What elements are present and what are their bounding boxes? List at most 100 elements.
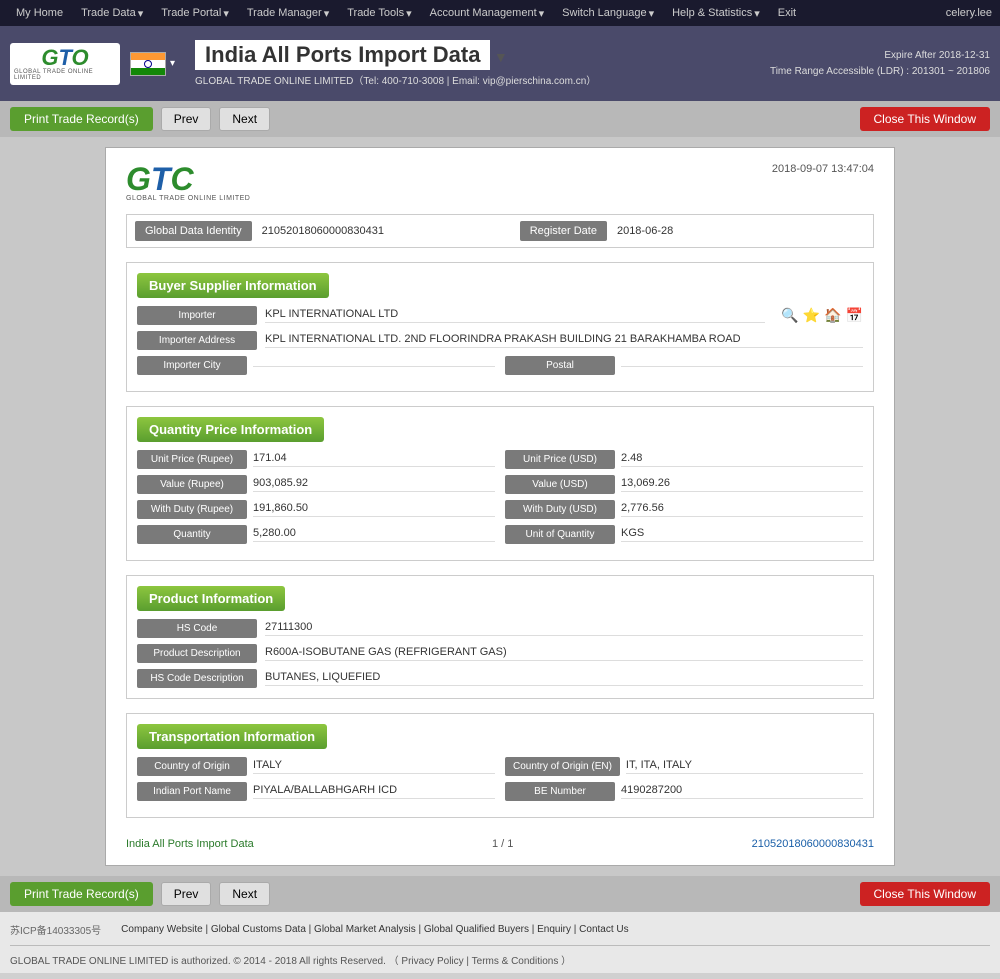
importer-address-row: Importer Address KPL INTERNATIONAL LTD. … <box>137 331 863 350</box>
nav-help-stats[interactable]: Help & Statistics ▾ <box>664 3 768 24</box>
flag-stripe-bot <box>131 68 165 75</box>
prev-button-top[interactable]: Prev <box>161 107 212 131</box>
register-date-label: Register Date <box>520 221 607 241</box>
unit-of-quantity-col: Unit of Quantity KGS <box>505 525 863 544</box>
home-icon[interactable]: 🏠 <box>824 307 841 324</box>
hs-code-row: HS Code 27111300 <box>137 619 863 638</box>
unit-price-usd-value: 2.48 <box>621 452 863 467</box>
product-desc-label: Product Description <box>137 644 257 663</box>
header-right: Expire After 2018-12-31 Time Range Acces… <box>770 48 990 80</box>
record-header: GTC GLOBAL TRADE ONLINE LIMITED 2018-09-… <box>126 163 874 202</box>
record-card: GTC GLOBAL TRADE ONLINE LIMITED 2018-09-… <box>105 147 895 866</box>
logo-subtitle: GLOBAL TRADE ONLINE LIMITED <box>14 69 116 81</box>
site-footer: 苏ICP备14033305号 Company Website | Global … <box>0 912 1000 973</box>
close-window-button-bottom[interactable]: Close This Window <box>860 882 990 906</box>
hs-code-desc-label: HS Code Description <box>137 669 257 688</box>
importer-label: Importer <box>137 306 257 325</box>
footer-links: Company Website | Global Customs Data | … <box>121 924 628 935</box>
quantity-price-section: Quantity Price Information Unit Price (R… <box>126 406 874 561</box>
port-be-row: Indian Port Name PIYALA/BALLABHGARH ICD … <box>137 782 863 801</box>
importer-city-value <box>253 364 495 367</box>
with-duty-usd-label: With Duty (USD) <box>505 500 615 519</box>
expire-text: Expire After 2018-12-31 <box>770 48 990 64</box>
importer-address-value: KPL INTERNATIONAL LTD. 2ND FLOORINDRA PR… <box>265 333 863 348</box>
value-row: Value (Rupee) 903,085.92 Value (USD) 13,… <box>137 475 863 494</box>
record-logo-gto-icon: GTC <box>126 163 194 195</box>
unit-price-usd-label: Unit Price (USD) <box>505 450 615 469</box>
top-action-bar: Print Trade Record(s) Prev Next Close Th… <box>0 101 1000 137</box>
record-logo: GTC GLOBAL TRADE ONLINE LIMITED <box>126 163 250 202</box>
record-timestamp: 2018-09-07 13:47:04 <box>772 163 874 175</box>
unit-price-rupee-value: 171.04 <box>253 452 495 467</box>
nav-trade-data[interactable]: Trade Data ▾ <box>73 3 151 24</box>
nav-trade-tools[interactable]: Trade Tools ▾ <box>339 3 419 24</box>
page-title-area: India All Ports Import Data ▼ GLOBAL TRA… <box>185 40 760 87</box>
user-name: celery.lee <box>946 7 992 19</box>
print-button-top[interactable]: Print Trade Record(s) <box>10 107 153 131</box>
page-title-container: India All Ports Import Data ▼ <box>195 40 760 70</box>
bottom-action-bar: Print Trade Record(s) Prev Next Close Th… <box>0 876 1000 912</box>
flag-stripe-mid <box>131 60 165 68</box>
chevron-down-icon: ▾ <box>223 7 229 20</box>
unit-of-quantity-label: Unit of Quantity <box>505 525 615 544</box>
unit-price-rupee-label: Unit Price (Rupee) <box>137 450 247 469</box>
hs-code-desc-value: BUTANES, LIQUEFIED <box>265 671 863 686</box>
page-contact: GLOBAL TRADE ONLINE LIMITED（Tel: 400-710… <box>195 72 760 87</box>
nav-my-home[interactable]: My Home <box>8 3 71 24</box>
with-duty-rupee-value: 191,860.50 <box>253 502 495 517</box>
country-origin-value: ITALY <box>253 759 495 774</box>
product-section: Product Information HS Code 27111300 Pro… <box>126 575 874 699</box>
unit-price-rupee-col: Unit Price (Rupee) 171.04 <box>137 450 495 469</box>
footer-copyright: GLOBAL TRADE ONLINE LIMITED is authorize… <box>10 950 990 967</box>
product-header: Product Information <box>137 586 285 611</box>
calendar-icon[interactable]: 📅 <box>846 307 863 324</box>
be-number-col: BE Number 4190287200 <box>505 782 863 801</box>
record-footer-id: 21052018060000830431 <box>752 838 874 850</box>
with-duty-rupee-col: With Duty (Rupee) 191,860.50 <box>137 500 495 519</box>
nav-exit[interactable]: Exit <box>770 3 804 24</box>
postal-value <box>621 364 863 367</box>
nav-trade-portal[interactable]: Trade Portal ▾ <box>153 3 237 24</box>
postal-col: Postal <box>505 356 863 375</box>
importer-city-row: Importer City Postal <box>137 356 863 375</box>
with-duty-row: With Duty (Rupee) 191,860.50 With Duty (… <box>137 500 863 519</box>
page-title: India All Ports Import Data <box>195 40 490 70</box>
value-rupee-value: 903,085.92 <box>253 477 495 492</box>
next-button-top[interactable]: Next <box>219 107 270 131</box>
importer-value: KPL INTERNATIONAL LTD <box>265 308 765 323</box>
value-usd-label: Value (USD) <box>505 475 615 494</box>
record-logo-subtitle: GLOBAL TRADE ONLINE LIMITED <box>126 195 250 202</box>
footer-icp-row: 苏ICP备14033305号 Company Website | Global … <box>10 918 990 941</box>
ashoka-chakra-icon <box>144 60 152 68</box>
product-desc-value: R600A-ISOBUTANE GAS (REFRIGERANT GAS) <box>265 646 863 661</box>
search-icon[interactable]: 🔍 <box>781 307 798 324</box>
prev-button-bottom[interactable]: Prev <box>161 882 212 906</box>
nav-account-mgmt[interactable]: Account Management ▾ <box>422 3 553 24</box>
unit-price-row: Unit Price (Rupee) 171.04 Unit Price (US… <box>137 450 863 469</box>
flag-dropdown-icon[interactable]: ▾ <box>170 58 175 69</box>
page-title-dropdown-icon[interactable]: ▼ <box>494 49 508 65</box>
country-origin-en-col: Country of Origin (EN) IT, ITA, ITALY <box>505 757 863 776</box>
nav-switch-lang[interactable]: Switch Language ▾ <box>554 3 662 24</box>
chevron-down-icon: ▾ <box>754 7 760 20</box>
importer-address-label: Importer Address <box>137 331 257 350</box>
with-duty-rupee-label: With Duty (Rupee) <box>137 500 247 519</box>
print-button-bottom[interactable]: Print Trade Record(s) <box>10 882 153 906</box>
country-origin-row: Country of Origin ITALY Country of Origi… <box>137 757 863 776</box>
nav-trade-manager[interactable]: Trade Manager ▾ <box>239 3 337 24</box>
logo-area: GTO GLOBAL TRADE ONLINE LIMITED <box>10 43 120 85</box>
importer-actions: 🔍 ⭐ 🏠 📅 <box>781 307 863 324</box>
quantity-value: 5,280.00 <box>253 527 495 542</box>
star-icon[interactable]: ⭐ <box>803 307 820 324</box>
transport-section: Transportation Information Country of Or… <box>126 713 874 818</box>
chevron-down-icon: ▾ <box>138 7 144 20</box>
hs-code-desc-row: HS Code Description BUTANES, LIQUEFIED <box>137 669 863 688</box>
next-button-bottom[interactable]: Next <box>219 882 270 906</box>
record-footer-link[interactable]: India All Ports Import Data <box>126 838 254 850</box>
close-window-button-top[interactable]: Close This Window <box>860 107 990 131</box>
global-data-identity-label: Global Data Identity <box>135 221 252 241</box>
record-footer-page: 1 / 1 <box>492 838 513 850</box>
chevron-down-icon: ▾ <box>539 7 545 20</box>
country-origin-label: Country of Origin <box>137 757 247 776</box>
ldr-text: Time Range Accessible (LDR) : 201301 ~ 2… <box>770 64 990 80</box>
